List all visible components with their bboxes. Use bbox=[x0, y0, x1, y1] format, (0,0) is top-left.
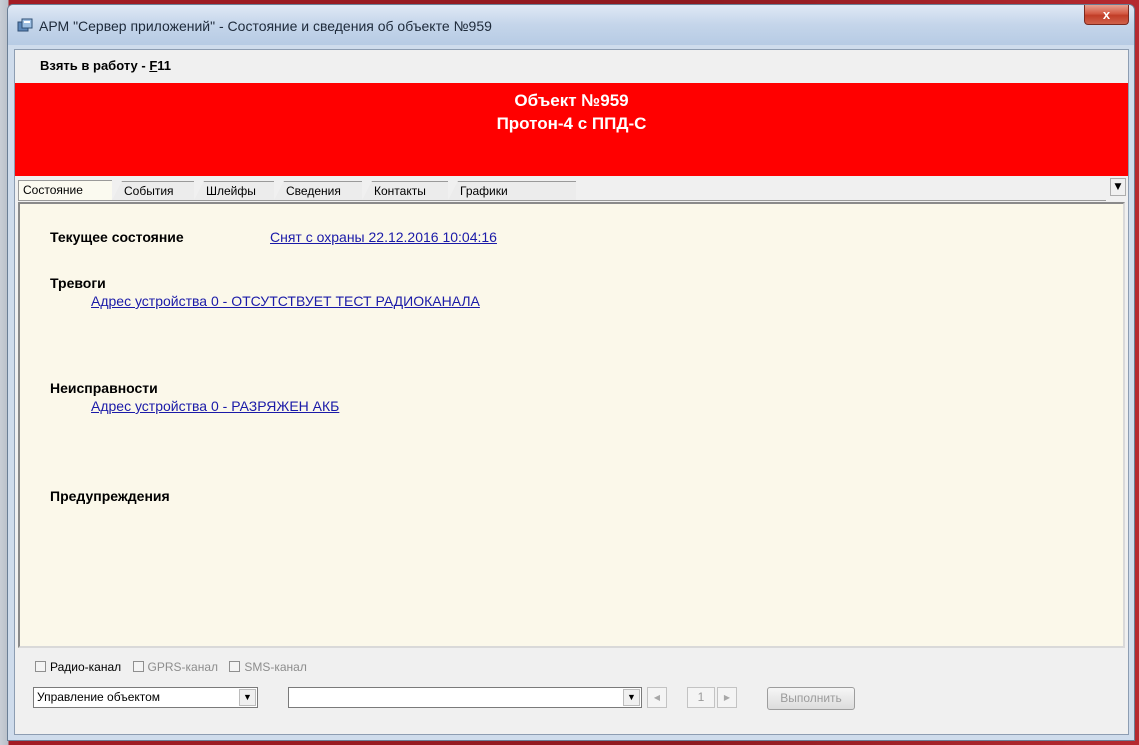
tab-overflow-button[interactable]: ▼ bbox=[1110, 178, 1126, 196]
object-device-type: Протон-4 с ППД-С bbox=[496, 114, 647, 133]
next-page-button[interactable]: ▶ bbox=[717, 687, 737, 708]
current-state-link[interactable]: Снят с охраны 22.12.2016 10:04:16 bbox=[270, 229, 497, 245]
alarms-heading: Тревоги bbox=[50, 275, 106, 291]
chevron-down-icon[interactable]: ▼ bbox=[623, 689, 640, 706]
tab-events-label: События bbox=[124, 184, 174, 198]
checkbox-box bbox=[229, 661, 241, 672]
tab-events[interactable]: События bbox=[112, 181, 194, 200]
current-state-label: Текущее состояние bbox=[50, 229, 184, 245]
fault-item-link[interactable]: Адрес устройства 0 - РАЗРЯЖЕН АКБ bbox=[91, 398, 339, 414]
mode-select-value: Управление объектом bbox=[37, 690, 161, 704]
tab-charts[interactable]: Графики bbox=[448, 181, 576, 200]
channel-checkboxes: Радио-канал GPRS-канал SMS-канал bbox=[35, 660, 315, 674]
title-bar[interactable]: АРМ "Сервер приложений" - Состояние и св… bbox=[8, 5, 1134, 45]
object-banner: Объект №959 Протон-4 с ППД-С bbox=[15, 83, 1128, 176]
window-title: АРМ "Сервер приложений" - Состояние и св… bbox=[39, 18, 492, 34]
state-tab-panel: Текущее состояние Снят с охраны 22.12.20… bbox=[18, 202, 1125, 648]
faults-heading: Неисправности bbox=[50, 380, 158, 396]
gprs-channel-checkbox: GPRS-канал bbox=[132, 660, 219, 674]
take-to-work-label: Взять в работу - bbox=[40, 58, 150, 73]
gprs-channel-label: GPRS-канал bbox=[147, 660, 219, 674]
object-status-window: АРМ "Сервер приложений" - Состояние и св… bbox=[7, 4, 1135, 741]
menu-bar: Взять в работу - F11 bbox=[15, 50, 1128, 80]
radio-channel-label: Радио-канал bbox=[50, 660, 122, 674]
tab-info-label: Сведения bbox=[286, 184, 341, 198]
checkbox-box bbox=[35, 661, 46, 672]
triangle-right-icon: ▶ bbox=[723, 693, 731, 702]
take-to-work-hotkey-rest: 11 bbox=[157, 58, 172, 73]
close-button[interactable]: x bbox=[1084, 5, 1129, 25]
object-number: Объект №959 bbox=[514, 91, 629, 110]
app-icon bbox=[17, 18, 33, 32]
tab-loops-label: Шлейфы bbox=[206, 184, 256, 198]
tab-contacts-label: Контакты bbox=[374, 184, 426, 198]
tab-state-label: Состояние bbox=[23, 183, 83, 197]
take-to-work-menu-item[interactable]: Взять в работу - F11 bbox=[40, 58, 171, 73]
tab-contacts[interactable]: Контакты bbox=[362, 181, 448, 200]
triangle-left-icon: ◀ bbox=[653, 693, 661, 702]
tab-strip: Состояние События Шлейфы Сведения Контак… bbox=[18, 176, 1126, 201]
sms-channel-label: SMS-канал bbox=[244, 660, 307, 674]
warnings-heading: Предупреждения bbox=[50, 488, 170, 504]
control-footer: Радио-канал GPRS-канал SMS-канал Управле… bbox=[15, 650, 1128, 734]
chevron-down-icon[interactable]: ▼ bbox=[239, 689, 256, 706]
sms-channel-checkbox: SMS-канал bbox=[229, 660, 307, 674]
chevron-down-icon: ▼ bbox=[1114, 182, 1122, 192]
tab-strip-divider bbox=[18, 200, 1106, 201]
checkbox-box bbox=[132, 661, 144, 672]
command-select[interactable]: ▼ bbox=[288, 687, 642, 708]
page-number: 1 bbox=[687, 687, 715, 708]
command-select-value bbox=[289, 690, 292, 704]
tab-charts-label: Графики bbox=[460, 184, 508, 198]
execute-button[interactable]: Выполнить bbox=[767, 687, 855, 710]
close-icon: x bbox=[1102, 7, 1111, 22]
prev-page-button[interactable]: ◀ bbox=[647, 687, 667, 708]
radio-channel-checkbox[interactable]: Радио-канал bbox=[35, 660, 121, 674]
client-area: Взять в работу - F11 Объект №959 Протон-… bbox=[14, 49, 1129, 735]
tab-info[interactable]: Сведения bbox=[274, 181, 362, 200]
tab-state[interactable]: Состояние bbox=[18, 180, 112, 201]
tab-loops[interactable]: Шлейфы bbox=[194, 181, 274, 200]
alarm-item-link[interactable]: Адрес устройства 0 - ОТСУТСТВУЕТ ТЕСТ РА… bbox=[91, 293, 480, 309]
mode-select[interactable]: Управление объектом ▼ bbox=[33, 687, 258, 708]
